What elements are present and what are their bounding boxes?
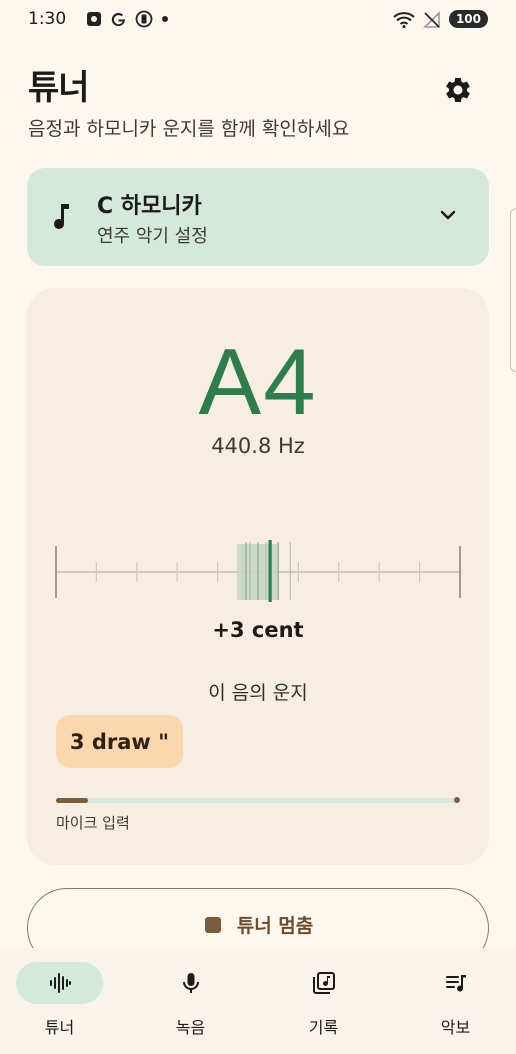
- page-title: 튜너: [28, 68, 90, 108]
- status-time: 1:30: [28, 9, 67, 29]
- instrument-subtitle: 연주 악기 설정: [97, 226, 208, 247]
- instrument-selector[interactable]: C 하모니카 연주 악기 설정: [27, 168, 489, 266]
- tuner-card: A4 440.8 Hz +3 cent 이 음의 운지 3 draw " 마이크…: [27, 288, 489, 865]
- music-note-icon: [54, 204, 69, 229]
- status-system-icons: 100: [393, 10, 488, 28]
- nav-item-sheet[interactable]: 악보: [412, 962, 512, 1042]
- battery-indicator: 100: [448, 10, 488, 28]
- library-music-icon: [312, 972, 335, 994]
- nav-item-record[interactable]: 녹음: [147, 962, 247, 1042]
- waveform-icon: [49, 973, 71, 993]
- dot-icon: [162, 16, 168, 22]
- tuner-screen: 1:30 100 튜너 음정과 하모니카 운지를 함께 확인하세요 C 하모니카…: [0, 0, 516, 1054]
- instrument-name: C 하모니카: [97, 194, 202, 219]
- settings-button[interactable]: [438, 70, 478, 110]
- nav-item-tuner[interactable]: 튜너: [16, 962, 116, 1042]
- google-icon: [111, 12, 126, 26]
- gear-icon: [445, 78, 470, 102]
- battery-saver-icon: [135, 10, 153, 28]
- cent-meter: [55, 540, 461, 602]
- hole-chip: 3 draw ": [56, 715, 183, 768]
- detected-note: A4: [198, 329, 318, 434]
- wifi-icon: [393, 11, 415, 28]
- mic-label: 마이크 입력: [56, 814, 130, 832]
- mic-icon: [182, 973, 199, 993]
- stop-tuner-label: 튜너 멈춤: [236, 915, 314, 937]
- cent-readout: +3 cent: [212, 618, 304, 642]
- scroll-edge-hint: [510, 208, 516, 372]
- chevron-down-icon: [440, 210, 456, 220]
- stop-icon: [204, 916, 221, 933]
- bottom-navigation: 튜너 녹음 기록 악보: [0, 948, 516, 1054]
- queue-music-icon: [445, 975, 466, 992]
- nav-label-record: 녹음: [175, 1018, 206, 1037]
- status-bar: 1:30 100: [0, 0, 516, 40]
- mic-level-fill: [56, 798, 88, 803]
- nav-label-tuner: 튜너: [44, 1018, 75, 1037]
- detected-frequency: 440.8 Hz: [211, 434, 305, 458]
- notification-app-icon: [87, 12, 101, 26]
- status-notification-icons: [86, 10, 169, 28]
- no-signal-icon: [423, 10, 440, 28]
- mic-level-bar: [56, 798, 456, 803]
- mic-level-end: [454, 797, 460, 803]
- hole-heading: 이 음의 운지: [208, 682, 308, 704]
- nav-label-sheet: 악보: [440, 1018, 471, 1037]
- page-subtitle: 음정과 하모니카 운지를 함께 확인하세요: [28, 118, 350, 140]
- nav-label-history: 기록: [308, 1018, 339, 1037]
- nav-item-history[interactable]: 기록: [280, 962, 380, 1042]
